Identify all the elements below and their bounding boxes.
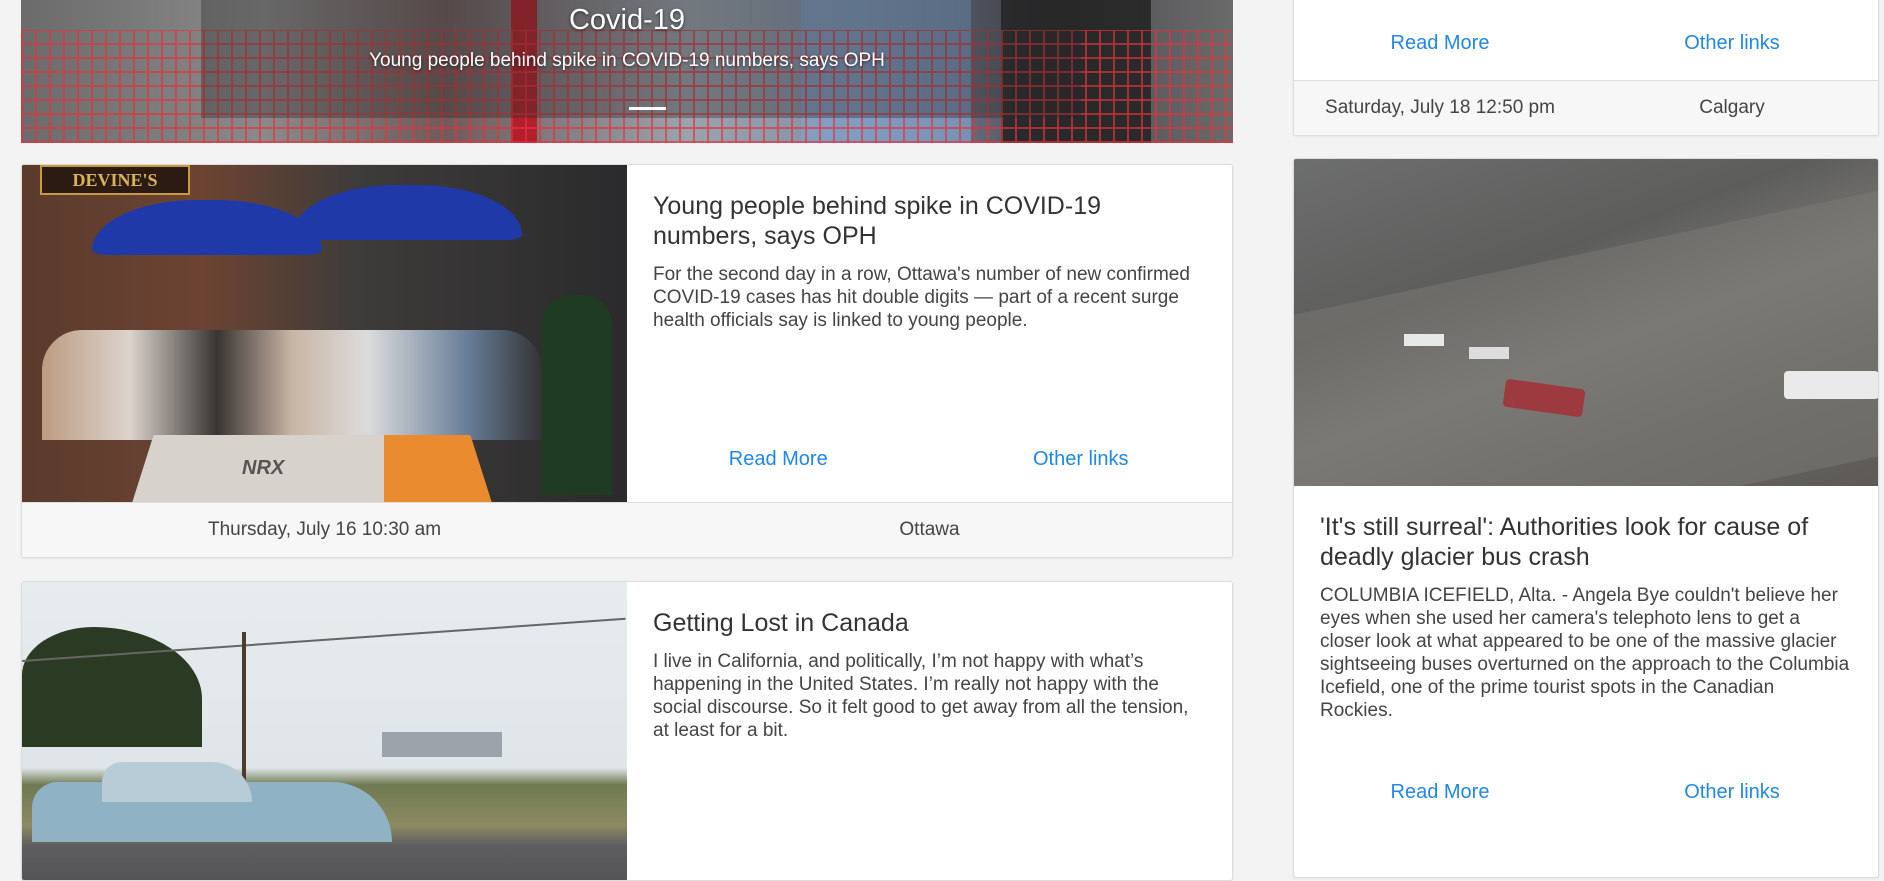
article-date: Saturday, July 18 12:50 pm: [1325, 97, 1555, 118]
article-image: [1294, 159, 1878, 486]
sidebar-card-actions: Read More Other links: [1294, 32, 1878, 55]
sidebar-card: Read More Other links Saturday, July 18 …: [1293, 0, 1879, 136]
article-body: 'It's still surreal': Authorities look f…: [1294, 486, 1878, 722]
hero-subtitle: Young people behind spike in COVID-19 nu…: [369, 50, 885, 71]
article-summary: I live in California, and politically, I…: [653, 651, 1189, 741]
image-barrier-text: NRX: [242, 457, 285, 479]
article-body: Getting Lost in Canada I live in Califor…: [627, 582, 1232, 880]
read-more-link[interactable]: Read More: [627, 448, 930, 471]
article-title[interactable]: Getting Lost in Canada: [653, 608, 1206, 638]
read-more-link[interactable]: Read More: [1294, 32, 1586, 55]
other-links-link[interactable]: Other links: [930, 448, 1233, 471]
sidebar-feature-card: 'It's still surreal': Authorities look f…: [1293, 158, 1879, 878]
hero-title: Covid-19: [568, 4, 686, 36]
article-title[interactable]: Young people behind spike in COVID-19 nu…: [653, 191, 1206, 251]
sidebar-card-footer: Saturday, July 18 12:50 pm Calgary: [1294, 80, 1878, 135]
other-links-link[interactable]: Other links: [1586, 781, 1878, 804]
carousel-indicator-active[interactable]: [629, 107, 666, 110]
image-sign-text: DEVINE'S: [40, 165, 190, 195]
article-image: [22, 582, 627, 880]
article-actions: Read More Other links: [627, 448, 1232, 471]
article-location: Calgary: [1699, 97, 1765, 118]
hero-carousel[interactable]: Covid-19 Young people behind spike in CO…: [21, 0, 1233, 143]
article-location: Ottawa: [899, 519, 960, 540]
other-links-link[interactable]: Other links: [1586, 32, 1878, 55]
read-more-link[interactable]: Read More: [1294, 781, 1586, 804]
article-image: DEVINE'S NRX: [22, 165, 627, 503]
article-actions: Read More Other links: [1294, 781, 1878, 804]
article-date: Thursday, July 16 10:30 am: [207, 519, 442, 540]
article-summary: COLUMBIA ICEFIELD, Alta. - Angela Bye co…: [1320, 585, 1850, 721]
article-card: DEVINE'S NRX Young people behind spike i…: [21, 164, 1233, 558]
article-footer: Thursday, July 16 10:30 am Ottawa: [22, 502, 1232, 557]
article-summary: For the second day in a row, Ottawa's nu…: [653, 264, 1190, 331]
article-title[interactable]: 'It's still surreal': Authorities look f…: [1320, 512, 1852, 572]
article-card: Getting Lost in Canada I live in Califor…: [21, 581, 1233, 881]
